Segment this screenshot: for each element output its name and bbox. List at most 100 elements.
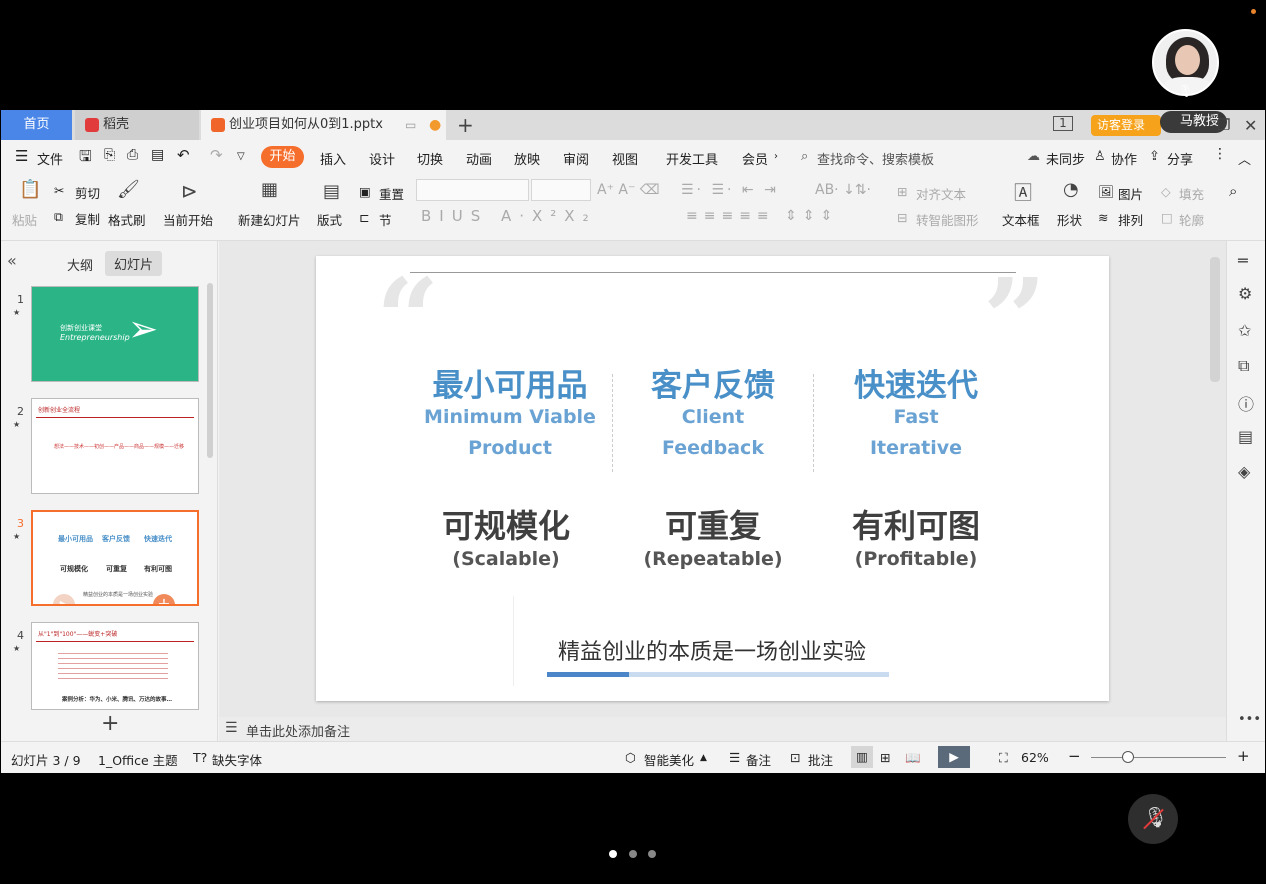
menu-view[interactable]: 视图 bbox=[612, 149, 638, 168]
shape-icon[interactable]: ◔ bbox=[1063, 179, 1079, 200]
reading-view-icon[interactable]: 📖 bbox=[905, 750, 921, 766]
hamburger-icon[interactable]: ☰ bbox=[15, 147, 28, 165]
tab-slides[interactable]: 幻灯片 bbox=[105, 251, 163, 276]
menu-insert[interactable]: 插入 bbox=[320, 149, 346, 168]
tab-outline[interactable]: 大纲 bbox=[67, 255, 93, 274]
list-icons[interactable]: ☰· ☰· ⇤ ⇥ bbox=[681, 182, 779, 198]
smart-art-button[interactable]: 转智能图形 bbox=[916, 210, 979, 229]
format-painter-icon[interactable]: 🖌 bbox=[117, 179, 140, 200]
print-icon[interactable]: ⎙ bbox=[127, 147, 138, 163]
share-button[interactable]: 分享 bbox=[1167, 149, 1193, 168]
new-slide-icon[interactable]: ▦ bbox=[261, 179, 278, 200]
pin-icon[interactable]: ▭ bbox=[405, 110, 416, 140]
reset-button[interactable]: 重置 bbox=[379, 184, 404, 203]
page-dot[interactable] bbox=[629, 850, 637, 858]
new-tab-plus-icon[interactable]: + bbox=[457, 113, 474, 137]
save-icon[interactable]: 🖫 bbox=[79, 146, 92, 171]
layout-button[interactable]: 版式 bbox=[317, 210, 342, 229]
close-window-icon[interactable]: ✕ bbox=[1244, 116, 1257, 135]
text-box-button[interactable]: 文本框 bbox=[1002, 210, 1040, 229]
paste-icon[interactable]: 📋 bbox=[19, 179, 41, 200]
slide-sorter-icon[interactable]: ⊞ bbox=[880, 750, 890, 765]
fill-button[interactable]: 填充 bbox=[1179, 184, 1204, 203]
normal-view-icon[interactable]: ▥ bbox=[851, 746, 873, 768]
print-preview-icon[interactable]: ▤ bbox=[151, 147, 164, 163]
menu-more-chevron-icon[interactable]: › bbox=[774, 151, 778, 162]
collab-button[interactable]: 协作 bbox=[1111, 149, 1137, 168]
redo-icon[interactable]: ↷ bbox=[210, 146, 223, 164]
collapse-panel-icon[interactable]: « bbox=[7, 251, 17, 270]
outline-button[interactable]: 轮廓 bbox=[1179, 210, 1204, 229]
align-text-button[interactable]: 对齐文本 bbox=[916, 184, 966, 203]
zoom-out-icon[interactable]: − bbox=[1068, 747, 1081, 765]
menu-animation[interactable]: 动画 bbox=[466, 149, 492, 168]
more-horizontal-icon[interactable]: ••• bbox=[1238, 712, 1261, 727]
menu-design[interactable]: 设计 bbox=[369, 149, 395, 168]
cut-button[interactable]: 剪切 bbox=[75, 183, 100, 202]
workspace-icon[interactable]: 1 bbox=[1053, 116, 1073, 131]
play-slide-icon[interactable]: ▶ bbox=[53, 594, 75, 604]
font-name-select[interactable] bbox=[416, 179, 529, 201]
from-current-button[interactable]: 当前开始 bbox=[163, 210, 213, 229]
menu-slideshow[interactable]: 放映 bbox=[514, 149, 540, 168]
page-dot[interactable] bbox=[648, 850, 656, 858]
undo-icon[interactable]: ↶ bbox=[177, 146, 190, 164]
font-grow-icon[interactable]: A⁺ A⁻ ⌫ bbox=[597, 182, 660, 198]
add-slide-icon[interactable]: + bbox=[153, 594, 175, 604]
tab-home[interactable]: 首页 bbox=[1, 110, 72, 140]
missing-font-button[interactable]: 缺失字体 bbox=[212, 750, 262, 769]
add-slide-plus-icon[interactable]: + bbox=[101, 711, 119, 736]
help-icon[interactable]: ⓘ bbox=[1238, 391, 1254, 415]
animation-pane-icon[interactable]: ✩ bbox=[1238, 321, 1251, 340]
fit-window-icon[interactable]: ⛶ bbox=[999, 750, 1008, 766]
sync-status[interactable]: 未同步 bbox=[1046, 149, 1085, 168]
paste-button[interactable]: 粘贴 bbox=[12, 210, 37, 229]
font-size-select[interactable] bbox=[531, 179, 591, 201]
beautify-up-icon[interactable]: ▲ bbox=[700, 753, 707, 763]
property-icon[interactable]: ⚙ bbox=[1238, 284, 1252, 303]
theme-name[interactable]: 1_Office 主题 bbox=[98, 750, 178, 769]
slide-canvas[interactable]: “ ” 最小可用品 Minimum Viable Product 客户反馈 Cl… bbox=[316, 256, 1109, 701]
beautify-button[interactable]: 智能美化 bbox=[644, 750, 694, 769]
shape-button[interactable]: 形状 bbox=[1057, 210, 1082, 229]
format-painter-button[interactable]: 格式刷 bbox=[108, 210, 146, 229]
mic-muted-button[interactable]: 🎙 bbox=[1128, 794, 1178, 844]
comments-button[interactable]: 批注 bbox=[808, 750, 833, 769]
menu-member[interactable]: 会员 bbox=[742, 149, 768, 168]
tab-document[interactable]: 创业项目如何从0到1.pptx ▭ ● bbox=[201, 110, 446, 140]
visitor-login-button[interactable]: 访客登录 bbox=[1091, 115, 1161, 136]
restore-window-icon[interactable]: ❐ bbox=[1217, 116, 1230, 134]
slide-thumbnail-1[interactable]: 创新创业课堂 Entrepreneurship ➢ bbox=[31, 286, 199, 382]
menu-file[interactable]: 文件 bbox=[37, 149, 63, 168]
zoom-level[interactable]: 62% bbox=[1021, 750, 1049, 765]
slide-scrollbar[interactable] bbox=[1210, 257, 1220, 382]
paragraph-align-icons[interactable]: ≡≡≡≡≡ ⇕⇕⇕ bbox=[686, 208, 838, 224]
slide-thumbnail-4[interactable]: 从"1"到"100"——蜕变+突破 案例分析：华为、小米、腾讯、万达的故事… bbox=[31, 622, 199, 710]
play-from-current-icon[interactable]: ⊳ bbox=[181, 179, 198, 203]
notes-pane[interactable]: ☰ 单击此处添加备注 bbox=[219, 717, 1226, 741]
new-slide-button[interactable]: 新建幻灯片 bbox=[238, 210, 301, 229]
more-vertical-icon[interactable]: ⋮ bbox=[1213, 146, 1227, 162]
zoom-slider-thumb[interactable] bbox=[1122, 751, 1134, 763]
notes-toggle[interactable]: 备注 bbox=[746, 750, 771, 769]
text-direction-icon[interactable]: AB· ↓⇅· bbox=[815, 182, 871, 198]
copy-button[interactable]: 复制 bbox=[75, 209, 100, 228]
section-button[interactable]: 节 bbox=[379, 210, 392, 229]
slide-thumbnail-2[interactable]: 创新创业全流程 想法——技术——初创——产品——商品——规模——迁移 bbox=[31, 398, 199, 494]
slideshow-play-icon[interactable]: ▶ bbox=[938, 746, 970, 768]
zoom-in-icon[interactable]: + bbox=[1237, 747, 1250, 765]
find-icon[interactable]: ⌕ bbox=[1229, 182, 1237, 200]
page-dot-active[interactable] bbox=[609, 850, 617, 858]
layout-icon[interactable]: ▤ bbox=[323, 181, 340, 202]
export-pdf-icon[interactable]: ⎘ bbox=[104, 147, 115, 163]
tool-icon[interactable]: ◈ bbox=[1238, 462, 1250, 481]
slide-thumbnail-3-active[interactable]: 最小可用品 客户反馈 快速迭代 可规模化 可重复 有利可图 精益创业的本质是一场… bbox=[31, 510, 199, 606]
menu-developer[interactable]: 开发工具 bbox=[666, 149, 718, 168]
zoom-slider-track[interactable] bbox=[1091, 757, 1226, 758]
menu-review[interactable]: 审阅 bbox=[563, 149, 589, 168]
thumbnail-scrollbar[interactable] bbox=[207, 283, 213, 458]
backup-icon[interactable]: ▤ bbox=[1238, 427, 1253, 446]
menu-start[interactable]: 开始 bbox=[261, 146, 304, 168]
quick-access-dropdown-icon[interactable]: ▽ bbox=[237, 151, 245, 162]
text-box-icon[interactable]: 🄰 bbox=[1014, 179, 1032, 205]
